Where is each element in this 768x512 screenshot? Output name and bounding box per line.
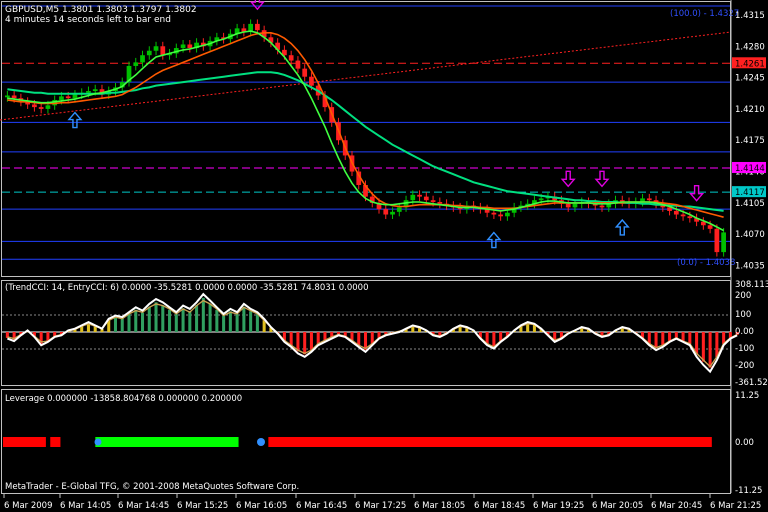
time-tick-label: 6 Mar 18:45	[474, 501, 525, 511]
candle-body	[302, 68, 308, 77]
cci-tick-label: -200	[735, 361, 754, 371]
cci-tick-label: 200	[735, 291, 751, 301]
candle-body	[417, 194, 422, 197]
candle-body	[309, 76, 314, 86]
cci-title: (TrendCCI: 14, EntryCCI: 6) 0.0000 -35.5…	[5, 283, 369, 293]
candle-body	[5, 95, 10, 98]
time-tick-label: 6 Mar 16:45	[296, 501, 347, 511]
candle-body	[86, 91, 91, 93]
cci-tick-label: 308.1136	[735, 280, 768, 290]
candle-body	[255, 23, 260, 31]
cci-tick-label: 0.00	[735, 327, 754, 337]
candle-body	[646, 198, 652, 201]
candle-body	[498, 214, 504, 217]
time-tick-label: 6 Mar 14:05	[60, 501, 111, 511]
candle-body	[32, 104, 37, 108]
price-tick-label: 1.4175	[735, 136, 765, 146]
time-tick-label: 6 Mar 21:25	[710, 501, 761, 511]
candle-body	[180, 44, 186, 49]
time-tick-label: 6 Mar 14:45	[118, 501, 169, 511]
metatrader-chart[interactable]: GBPUSD,M5 1.3801 1.3803 1.3797 1.3802 4 …	[0, 0, 768, 512]
candle-body	[423, 196, 429, 201]
chart-header-symbol: GBPUSD,M5 1.3801 1.3803 1.3797 1.3802	[5, 5, 197, 15]
candle-body	[687, 216, 693, 219]
fib-label-top: (100.0) - 1.4327	[670, 9, 739, 19]
leverage-segment	[268, 437, 712, 447]
copyright-footer: MetaTrader - E-Global TFG, © 2001-2008 M…	[5, 482, 299, 492]
candle-body	[187, 44, 193, 49]
leverage-segment	[95, 437, 239, 447]
price-badge-label: 1.4117	[735, 188, 765, 198]
cci-tick-label: -100	[735, 344, 754, 354]
candle-body	[92, 89, 98, 92]
candle-body	[538, 198, 544, 201]
candle-body	[714, 228, 720, 253]
candle-body	[505, 212, 510, 217]
candle-body	[680, 214, 686, 217]
candle-body	[565, 203, 571, 208]
candle-body	[153, 46, 159, 51]
candle-body	[140, 55, 145, 63]
candle-body	[11, 95, 17, 99]
leverage-title: Leverage 0.000000 -13858.804768 0.000000…	[5, 394, 242, 404]
candle-body	[59, 96, 64, 100]
candle-body	[673, 210, 679, 215]
candle-body	[383, 209, 389, 215]
price-tick-label: 1.4315	[735, 11, 765, 21]
candle-body	[288, 55, 294, 61]
time-tick-label: 6 Mar 2009	[4, 501, 52, 511]
fib-label-bottom: (0.0) - 1.4038	[677, 258, 735, 268]
candle-body	[410, 194, 416, 201]
price-tick-label: 1.4070	[735, 230, 765, 240]
price-badge-label: 1.4144	[735, 164, 765, 174]
time-tick-label: 6 Mar 15:25	[177, 501, 228, 511]
leverage-tick-zero: 0.00	[735, 438, 754, 448]
price-tick-label: 1.4035	[735, 262, 765, 272]
candle-body	[160, 46, 166, 56]
candle-body	[45, 105, 51, 109]
price-tick-label: 1.4245	[735, 74, 765, 84]
time-tick-label: 6 Mar 18:05	[414, 501, 465, 511]
leverage-segment	[50, 437, 61, 447]
candle-body	[599, 205, 605, 208]
candle-body	[65, 96, 71, 99]
candle-body	[707, 225, 713, 229]
candle-body	[390, 211, 395, 215]
leverage-bars	[3, 437, 712, 447]
leverage-dot	[257, 438, 265, 446]
candle-body	[396, 207, 402, 212]
candle-body	[146, 50, 152, 56]
time-tick-label: 6 Mar 20:05	[592, 501, 643, 511]
price-tick-label: 1.4105	[735, 199, 765, 209]
candle-body	[437, 201, 443, 204]
time-tick-label: 6 Mar 19:25	[533, 501, 584, 511]
candle-body	[38, 107, 44, 109]
leverage-segment	[3, 437, 46, 447]
candle-body	[133, 62, 139, 66]
price-tick-label: 1.4210	[735, 105, 765, 115]
candle-body	[721, 232, 726, 253]
price-badge-label: 1.4261	[735, 59, 765, 69]
candle-body	[72, 94, 78, 99]
time-tick-label: 6 Mar 20:45	[651, 501, 702, 511]
candle-body	[572, 203, 578, 208]
candle-body	[491, 212, 497, 215]
price-tick-label: 1.4280	[735, 42, 765, 52]
leverage-dot	[94, 438, 102, 446]
time-tick-label: 6 Mar 17:25	[355, 501, 406, 511]
candle-body	[430, 200, 436, 202]
chart-header-countdown: 4 minutes 14 seconds left to bar end	[5, 15, 171, 25]
leverage-tick-top: 11.25	[735, 391, 759, 401]
cci-tick-label: 100	[735, 310, 751, 320]
candle-body	[295, 60, 301, 69]
time-tick-label: 6 Mar 16:05	[236, 501, 287, 511]
leverage-tick-bottom: -11.25	[735, 486, 762, 496]
cci-tick-label: -361.525	[735, 378, 768, 388]
